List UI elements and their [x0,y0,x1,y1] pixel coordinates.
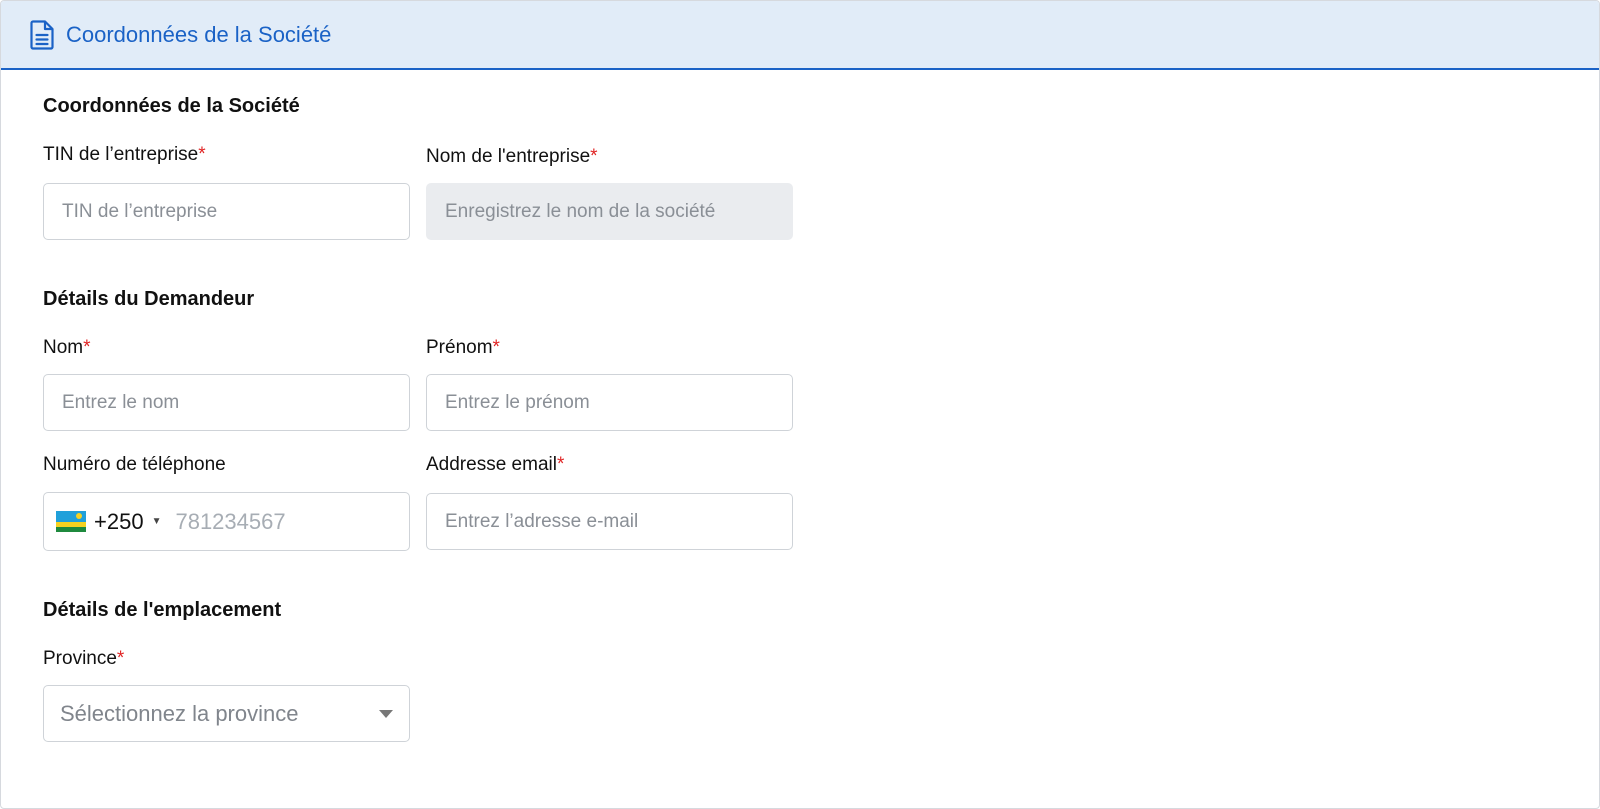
email-input[interactable] [426,493,793,550]
phone-input[interactable] [175,508,376,535]
caret-down-icon[interactable]: ▼ [152,516,162,527]
required-mark: * [590,146,598,167]
location-section-title: Détails de l'emplacement [43,599,282,621]
applicant-section-title: Détails du Demandeur [43,288,255,310]
last-name-input[interactable] [43,374,410,431]
first-name-input[interactable] [426,374,793,431]
company-name-input [426,183,793,240]
province-select-value: Sélectionnez la province [60,700,299,726]
email-label: Addresse email* [426,454,565,475]
required-mark: * [83,337,91,358]
required-mark: * [492,337,500,358]
header-title: Coordonnées de la Société [66,21,332,47]
company-section-title: Coordonnées de la Société [43,95,300,117]
first-name-label: Prénom* [426,337,500,358]
last-name-label: Nom* [43,337,91,358]
phone-field: +250 ▼ [43,492,410,551]
document-icon [30,19,56,50]
required-mark: * [198,144,206,165]
tin-input[interactable] [43,183,410,240]
required-mark: * [556,454,565,475]
required-mark: * [116,648,125,669]
phone-label: Numéro de téléphone [43,454,226,475]
caret-down-icon [379,709,393,718]
province-select[interactable]: Sélectionnez la province [43,685,410,742]
province-label: Province* [43,648,125,669]
form-container: Coordonnées de la Société Coordonnées de… [0,0,1600,809]
company-name-label: Nom de l'entreprise* [426,146,598,167]
rwanda-flag-icon[interactable] [56,511,86,532]
tin-label: TIN de l’entreprise* [43,144,206,165]
dial-code[interactable]: +250 [94,509,144,535]
section-header: Coordonnées de la Société [1,1,1599,70]
